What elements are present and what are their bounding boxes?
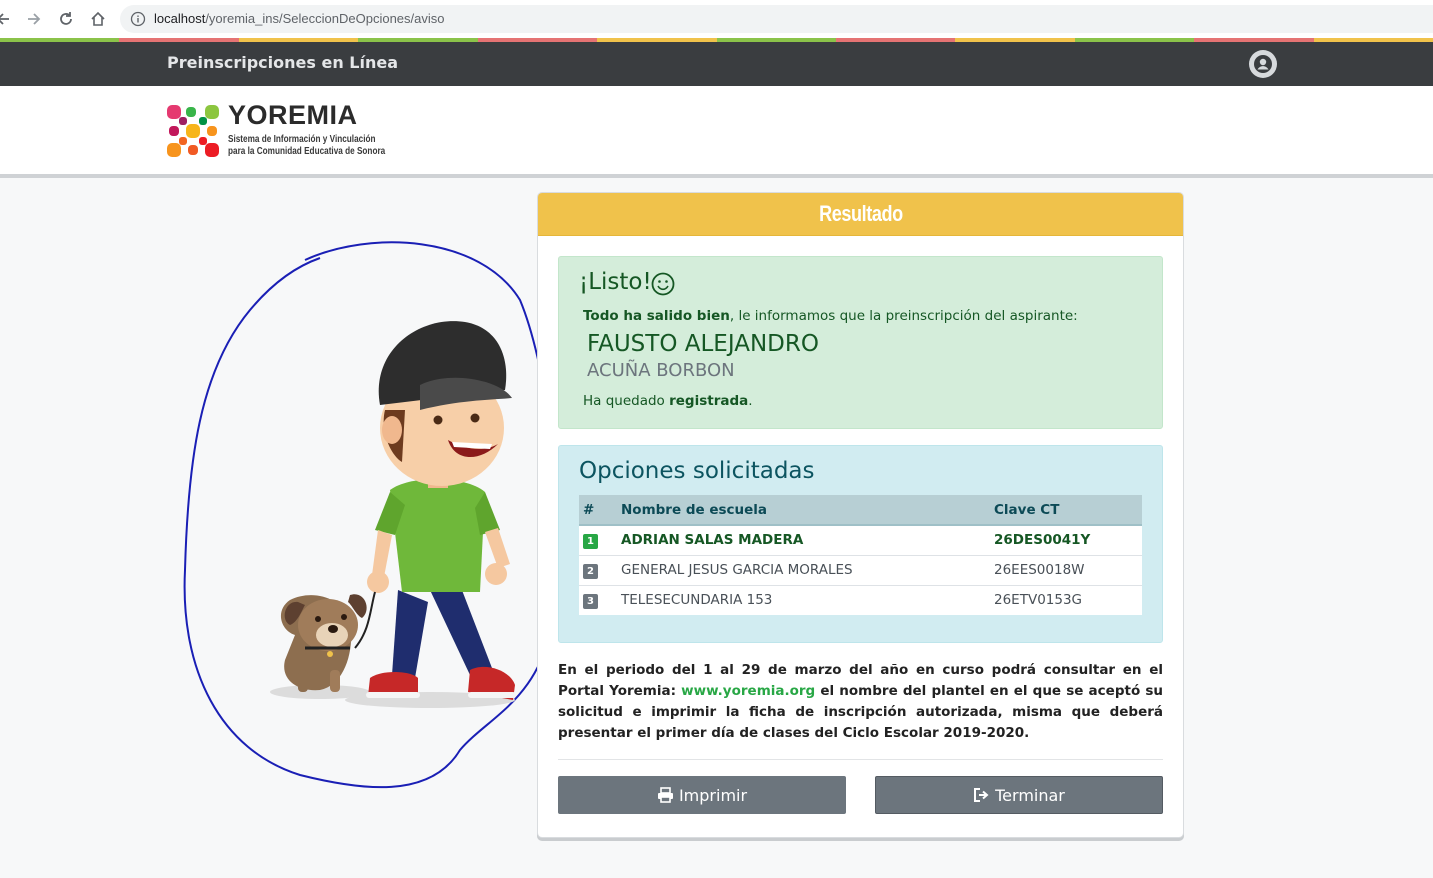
rank-badge: 3 xyxy=(583,593,598,609)
applicant-first-name: FAUSTO ALEJANDRO xyxy=(587,331,819,357)
school-code: 26EES0018W xyxy=(990,554,1142,585)
divider xyxy=(558,759,1163,760)
registration-status: Ha quedado registrada. xyxy=(583,393,753,409)
forward-icon[interactable] xyxy=(23,8,45,30)
finish-button[interactable]: Terminar xyxy=(875,776,1163,814)
column-header: # xyxy=(579,495,617,526)
table-row: 2 GENERAL JESUS GARCIA MORALES 26EES0018… xyxy=(579,554,1142,585)
table-row: 3 TELESECUNDARIA 153 26ETV0153G xyxy=(579,584,1142,615)
yoremia-logo-icon xyxy=(167,105,219,157)
browser-toolbar: localhost/yoremia_ins/SeleccionDeOpcione… xyxy=(0,0,1433,38)
school-name: GENERAL JESUS GARCIA MORALES xyxy=(617,554,990,585)
rank-badge: 2 xyxy=(583,563,598,579)
logo-subtitle: Sistema de Información y Vinculación para… xyxy=(228,134,386,157)
info-icon[interactable] xyxy=(130,11,146,27)
reload-icon[interactable] xyxy=(55,8,77,30)
finish-label: Terminar xyxy=(995,785,1065,805)
school-code: 26ETV0153G xyxy=(990,584,1142,615)
address-bar[interactable]: localhost/yoremia_ins/SeleccionDeOpcione… xyxy=(120,5,1433,33)
column-header: Clave CT xyxy=(990,495,1142,526)
sign-out-icon xyxy=(974,788,989,802)
result-card: Resultado ¡Listo! Todo ha salido bien, l… xyxy=(537,192,1184,838)
table-header-row: # Nombre de escuela Clave CT xyxy=(579,495,1142,526)
smile-icon xyxy=(651,272,675,296)
print-icon xyxy=(657,787,673,803)
applicant-last-name: ACUÑA BORBON xyxy=(587,360,735,381)
user-menu-button[interactable] xyxy=(1249,50,1277,78)
success-message: Todo ha salido bien, le informamos que l… xyxy=(583,308,1078,324)
print-label: Imprimir xyxy=(678,785,748,805)
school-code: 26DES0041Y xyxy=(990,524,1142,555)
table-row: 1 ADRIAN SALAS MADERA 26DES0041Y xyxy=(579,524,1142,555)
success-heading: ¡Listo! xyxy=(579,269,652,295)
column-header: Nombre de escuela xyxy=(617,495,990,526)
notice-text: En el periodo del 1 al 29 de marzo del a… xyxy=(558,662,1163,741)
top-navbar: Preinscripciones en Línea xyxy=(0,42,1433,86)
options-panel: Opciones solicitadas # Nombre de escuela… xyxy=(558,445,1163,643)
card-title: Resultado xyxy=(818,201,903,226)
url-text: localhost/yoremia_ins/SeleccionDeOpcione… xyxy=(154,11,445,26)
back-icon[interactable] xyxy=(0,8,14,30)
boy-with-dog-illustration xyxy=(183,241,559,789)
card-header: Resultado xyxy=(538,193,1183,236)
options-title: Opciones solicitadas xyxy=(579,458,815,484)
navbar-brand[interactable]: Preinscripciones en Línea xyxy=(167,53,398,72)
home-icon[interactable] xyxy=(87,8,109,30)
user-icon xyxy=(1254,55,1272,73)
options-table: # Nombre de escuela Clave CT 1 ADRIAN SA… xyxy=(579,495,1142,615)
school-name: ADRIAN SALAS MADERA xyxy=(617,524,990,555)
yoremia-link[interactable]: www.yoremia.org xyxy=(681,683,815,699)
school-name: TELESECUNDARIA 153 xyxy=(617,584,990,615)
logo-title: YOREMIA xyxy=(228,100,358,130)
print-button[interactable]: Imprimir xyxy=(558,776,846,814)
rank-badge: 1 xyxy=(583,533,598,549)
success-alert: ¡Listo! Todo ha salido bien, le informam… xyxy=(558,256,1163,429)
